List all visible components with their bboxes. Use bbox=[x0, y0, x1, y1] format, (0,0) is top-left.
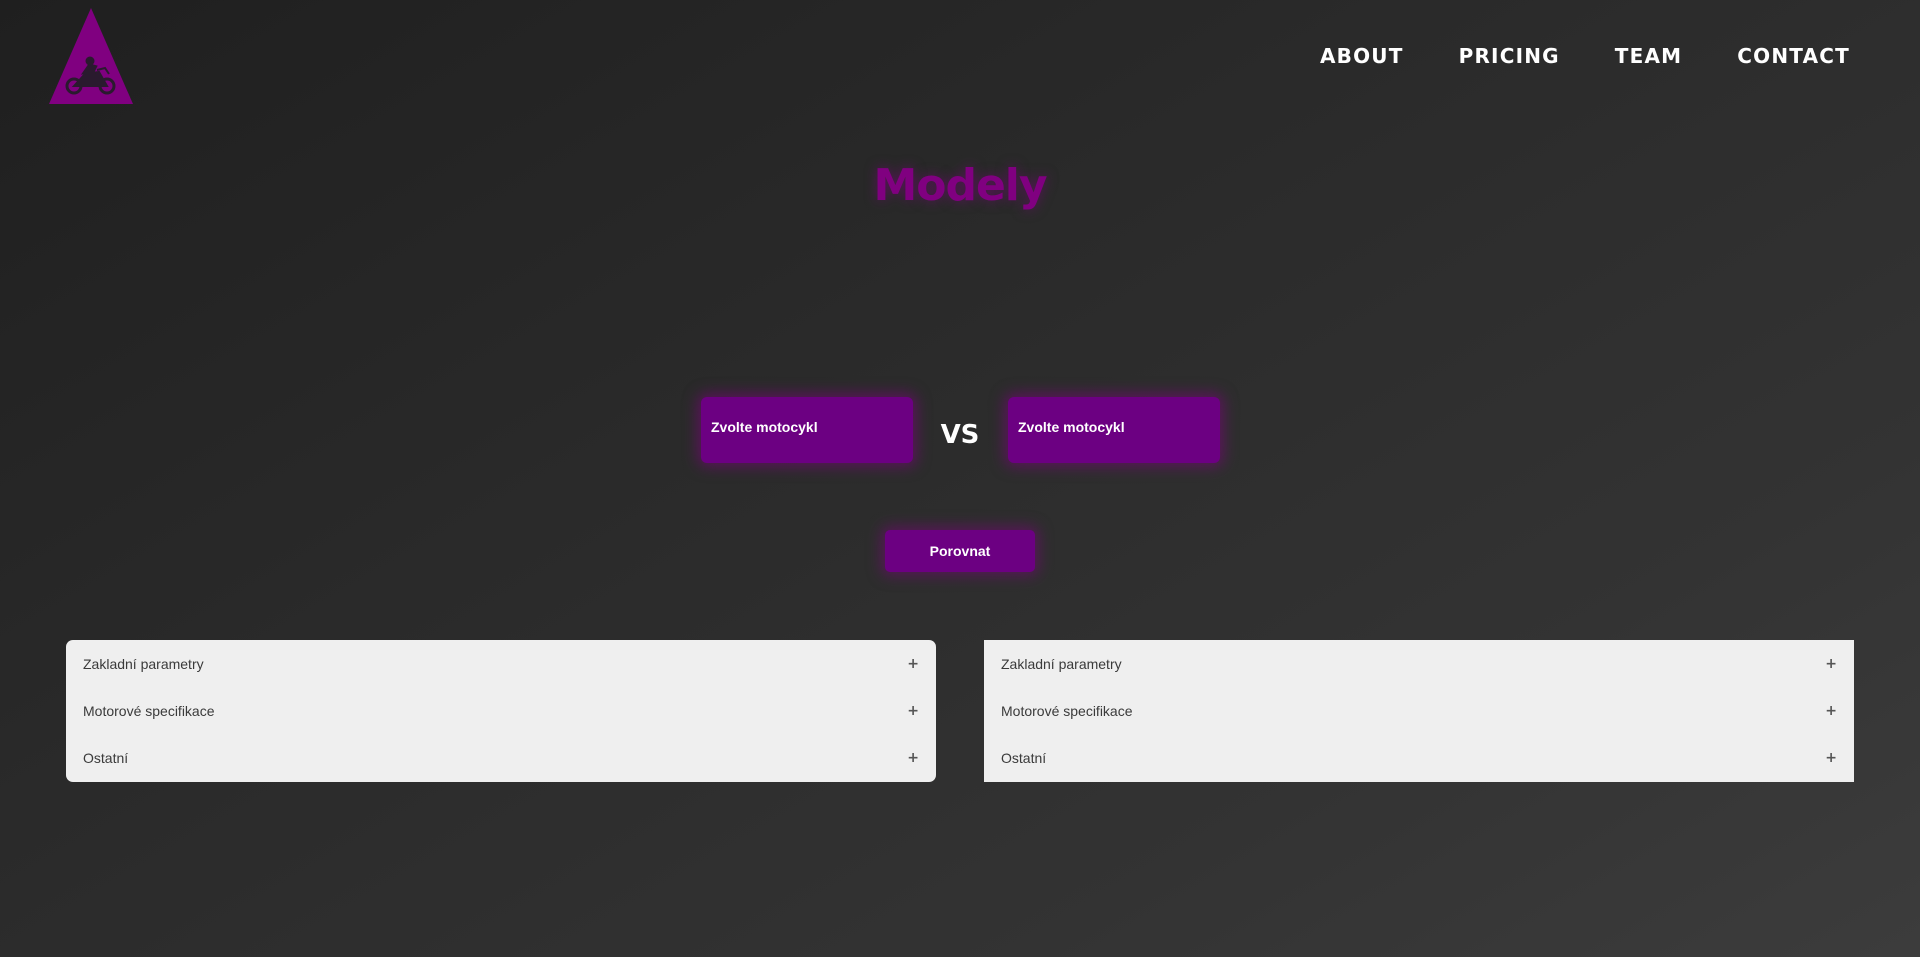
nav-about[interactable]: ABOUT bbox=[1320, 44, 1404, 68]
spec-panel-left: Zakladní parametry + Motorové specifikac… bbox=[66, 640, 936, 782]
accordion-engine-specs-left[interactable]: Motorové specifikace + bbox=[66, 687, 936, 734]
accordion-other-right[interactable]: Ostatní + bbox=[984, 734, 1854, 781]
nav-team[interactable]: TEAM bbox=[1615, 44, 1683, 68]
select-right-label: Zvolte motocykl bbox=[1018, 419, 1125, 435]
accordion-label: Zakladní parametry bbox=[1001, 655, 1122, 672]
page-title: Modely bbox=[873, 160, 1047, 211]
nav-pricing[interactable]: PRICING bbox=[1459, 44, 1560, 68]
compare-button[interactable]: Porovnat bbox=[885, 530, 1035, 572]
motorcycle-select-right[interactable]: Zvolte motocykl bbox=[1008, 397, 1220, 463]
accordion-basic-params-left[interactable]: Zakladní parametry + bbox=[66, 640, 936, 687]
plus-icon[interactable]: + bbox=[907, 703, 919, 719]
accordion-label: Zakladní parametry bbox=[83, 655, 204, 672]
main-nav: ABOUT PRICING TEAM CONTACT bbox=[1320, 44, 1850, 68]
accordion-label: Motorové specifikace bbox=[1001, 702, 1133, 719]
accordion-basic-params-right[interactable]: Zakladní parametry + bbox=[984, 640, 1854, 687]
accordion-label: Ostatní bbox=[1001, 749, 1047, 766]
vs-label: VS bbox=[940, 420, 980, 450]
motorcycle-select-left[interactable]: Zvolte motocykl bbox=[701, 397, 913, 463]
spec-panel-right: Zakladní parametry + Motorové specifikac… bbox=[984, 640, 1854, 782]
site-logo[interactable] bbox=[49, 8, 133, 104]
accordion-engine-specs-right[interactable]: Motorové specifikace + bbox=[984, 687, 1854, 734]
select-left-label: Zvolte motocykl bbox=[711, 419, 818, 435]
plus-icon[interactable]: + bbox=[1825, 703, 1837, 719]
accordion-other-left[interactable]: Ostatní + bbox=[66, 734, 936, 781]
accordion-label: Ostatní bbox=[83, 749, 129, 766]
plus-icon[interactable]: + bbox=[1825, 656, 1837, 672]
plus-icon[interactable]: + bbox=[907, 656, 919, 672]
accordion-label: Motorové specifikace bbox=[83, 702, 215, 719]
nav-contact[interactable]: CONTACT bbox=[1737, 44, 1850, 68]
plus-icon[interactable]: + bbox=[907, 750, 919, 766]
motorcycle-triangle-logo-icon bbox=[49, 8, 133, 104]
plus-icon[interactable]: + bbox=[1825, 750, 1837, 766]
